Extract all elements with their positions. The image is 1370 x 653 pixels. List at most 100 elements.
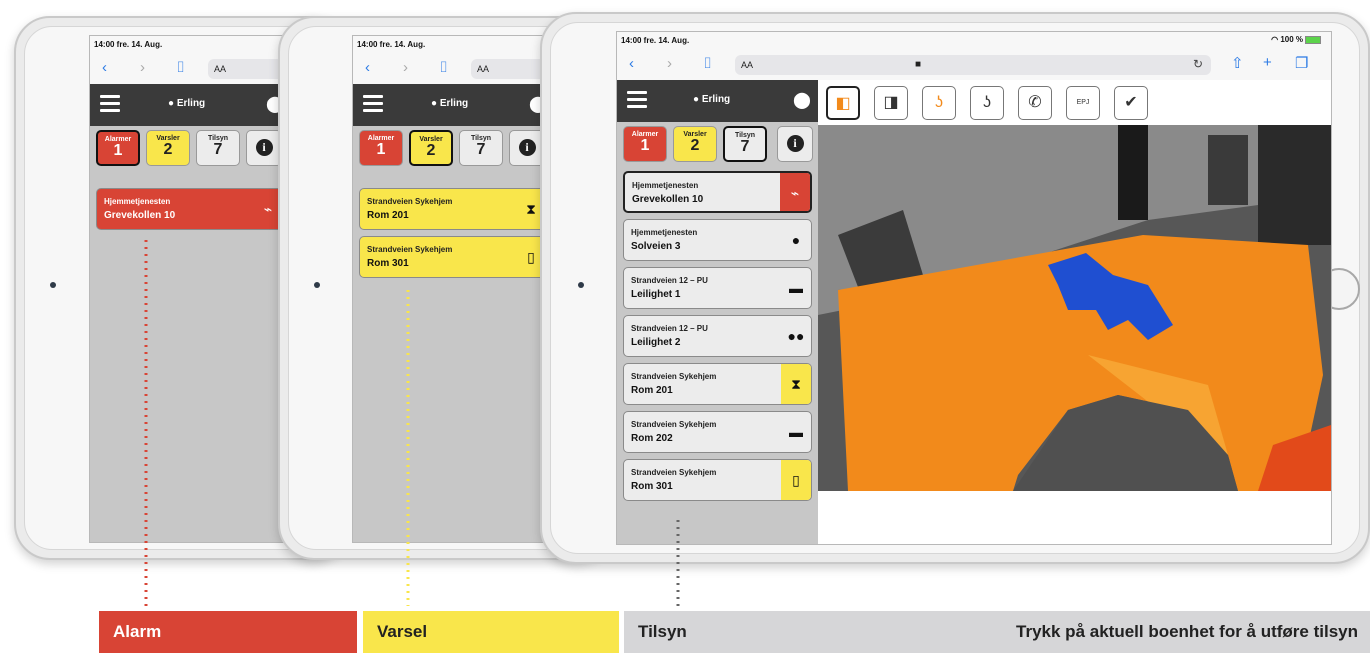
- legend-alarm-label: Alarm: [113, 622, 162, 641]
- unit-card-rom-201[interactable]: Strandveien Sykehjem Rom 201 ⧗: [623, 363, 812, 405]
- bookmarks-icon[interactable]: ⌷: [176, 59, 185, 76]
- unit-card-address: Rom 202: [631, 433, 673, 444]
- unit-card-rom-201[interactable]: Strandveien Sykehjem Rom 201 ⧗: [359, 188, 547, 230]
- unit-card-org: Hjemmetjenesten: [632, 181, 699, 190]
- phone-icon[interactable]: ✆: [1018, 86, 1052, 120]
- alarm-counter[interactable]: Alarmer 1: [359, 130, 403, 166]
- thermal-camera-view: [818, 125, 1331, 491]
- legend-hint: Trykk på aktuell boenhet for å utføre ti…: [1016, 622, 1358, 641]
- legend-varsel-label: Varsel: [377, 622, 428, 641]
- url-bar[interactable]: AA ■ ↻: [735, 55, 1211, 75]
- lock-icon: ■: [915, 59, 922, 70]
- new-tab-icon[interactable]: +: [1263, 54, 1272, 71]
- unit-card-org: Strandveien Sykehjem: [367, 245, 453, 254]
- tilsyn-counter[interactable]: Tilsyn 7: [723, 126, 767, 162]
- varsel-counter-count: 2: [163, 141, 173, 158]
- alarm-counter-count: 1: [376, 141, 386, 158]
- unit-card-org: Strandveien Sykehjem: [631, 420, 717, 429]
- info-button[interactable]: i: [246, 130, 282, 166]
- tilsyn-counter[interactable]: Tilsyn 7: [196, 130, 240, 166]
- unit-card-grevekollen[interactable]: Hjemmetjenesten Grevekollen 10 ⌁: [623, 171, 812, 213]
- back-icon[interactable]: ‹: [629, 55, 634, 72]
- unit-card-address: Leilighet 2: [631, 337, 681, 348]
- listen-orange-icon[interactable]: ʖ: [922, 86, 956, 120]
- varsel-counter-count: 2: [426, 142, 436, 159]
- forward-icon[interactable]: ›: [667, 55, 672, 72]
- alarm-counter-count: 1: [113, 142, 123, 159]
- user-label: ● Erling: [431, 98, 468, 109]
- varsel-counter[interactable]: Varsler 2: [409, 130, 453, 166]
- forward-icon[interactable]: ›: [140, 59, 145, 76]
- unit-card-org: Strandveien 12 – PU: [631, 324, 708, 333]
- tilsyn-counter-count: 7: [476, 141, 486, 158]
- bookmarks-icon[interactable]: ⌷: [439, 59, 448, 76]
- text-size-button[interactable]: AA: [741, 60, 753, 70]
- legend-varsel: Varsel: [363, 611, 619, 653]
- camera-view-alt-icon[interactable]: ◨: [874, 86, 908, 120]
- unit-card-org: Hjemmetjenesten: [104, 197, 171, 206]
- epj-icon[interactable]: EPJ: [1066, 86, 1100, 120]
- alarm-counter-count: 1: [640, 137, 650, 154]
- unit-card-address: Grevekollen 10: [104, 210, 176, 221]
- user-icon: ●: [168, 98, 177, 109]
- menu-icon[interactable]: [100, 95, 120, 116]
- unit-card-rom-301[interactable]: Strandveien Sykehjem Rom 301 ▯: [359, 236, 547, 278]
- epj-label: EPJ: [1076, 99, 1090, 106]
- wifi-icon: ◠: [1271, 35, 1281, 44]
- tilsyn-counter[interactable]: Tilsyn 7: [459, 130, 503, 166]
- reload-icon[interactable]: ↻: [1193, 57, 1203, 71]
- back-icon[interactable]: ‹: [102, 59, 107, 76]
- person-icon: ●: [791, 232, 801, 248]
- bookmarks-icon[interactable]: ⌷: [703, 55, 712, 72]
- unit-card-rom-202[interactable]: Strandveien Sykehjem Rom 202 ▬: [623, 411, 812, 453]
- unit-card-grevekollen[interactable]: Hjemmetjenesten Grevekollen 10 ⌁: [96, 188, 284, 230]
- tablet-tilsyn: 14:00 fre. 14. Aug. ◠ 100 % ‹ › ⌷ AA ■ ↻…: [540, 12, 1370, 564]
- tabs-icon[interactable]: ❐: [1295, 54, 1308, 72]
- location-pin-icon[interactable]: ⬤: [793, 90, 811, 110]
- user-icon: ●: [693, 94, 702, 105]
- tablet-camera: [314, 282, 320, 288]
- info-icon: i: [255, 139, 273, 156]
- unit-card-address: Leilighet 1: [631, 289, 681, 300]
- bed-icon: ▬: [789, 424, 803, 440]
- back-icon[interactable]: ‹: [365, 59, 370, 76]
- status-time: 14:00 fre. 14. Aug.: [621, 36, 690, 45]
- tilsyn-counter-count: 7: [740, 138, 750, 155]
- unit-card-address: Rom 301: [367, 258, 409, 269]
- menu-icon[interactable]: [627, 91, 647, 112]
- status-time: 14:00 fre. 14. Aug.: [94, 40, 163, 49]
- unit-card-org: Strandveien Sykehjem: [367, 197, 453, 206]
- user-name: Erling: [701, 94, 731, 105]
- info-icon: i: [786, 135, 804, 152]
- text-size-button[interactable]: AA: [477, 64, 489, 74]
- varsel-counter[interactable]: Varsler 2: [673, 126, 717, 162]
- alarm-counter[interactable]: Alarmer 1: [623, 126, 667, 162]
- info-button[interactable]: i: [777, 126, 813, 162]
- unit-card-leilighet-2[interactable]: Strandveien 12 – PU Leilighet 2 ●●: [623, 315, 812, 357]
- unit-card-org: Strandveien Sykehjem: [631, 372, 717, 381]
- unit-card-org: Strandveien 12 – PU: [631, 276, 708, 285]
- unit-card-rom-301[interactable]: Strandveien Sykehjem Rom 301 ▯: [623, 459, 812, 501]
- check-icon[interactable]: ✔: [1114, 86, 1148, 120]
- browser-bar: ‹ › ⌷ AA ■ ↻ ⇧ + ❐: [617, 50, 1331, 81]
- text-size-button[interactable]: AA: [214, 64, 226, 74]
- user-name: Erling: [439, 98, 469, 109]
- unit-card-solveien[interactable]: Hjemmetjenesten Solveien 3 ●: [623, 219, 812, 261]
- status-bar: 14:00 fre. 14. Aug. ◠ 100 %: [617, 32, 1331, 50]
- alarm-counter[interactable]: Alarmer 1: [96, 130, 140, 166]
- user-icon: ●: [431, 98, 440, 109]
- battery-level: 100 %: [1280, 35, 1303, 44]
- legend-alarm: Alarm: [99, 611, 357, 653]
- listen-icon[interactable]: ʖ: [970, 86, 1004, 120]
- share-icon[interactable]: ⇧: [1231, 54, 1244, 72]
- unit-card-leilighet-1[interactable]: Strandveien 12 – PU Leilighet 1 ▬: [623, 267, 812, 309]
- battery-icon: [1305, 35, 1321, 44]
- unit-card-org: Hjemmetjenesten: [631, 228, 698, 237]
- camera-view-icon[interactable]: ◧: [826, 86, 860, 120]
- tablet-camera: [578, 282, 584, 288]
- varsel-counter[interactable]: Varsler 2: [146, 130, 190, 166]
- two-persons-icon: ●●: [787, 328, 805, 344]
- forward-icon[interactable]: ›: [403, 59, 408, 76]
- legend-tilsyn-label: Tilsyn: [638, 622, 687, 641]
- menu-icon[interactable]: [363, 95, 383, 116]
